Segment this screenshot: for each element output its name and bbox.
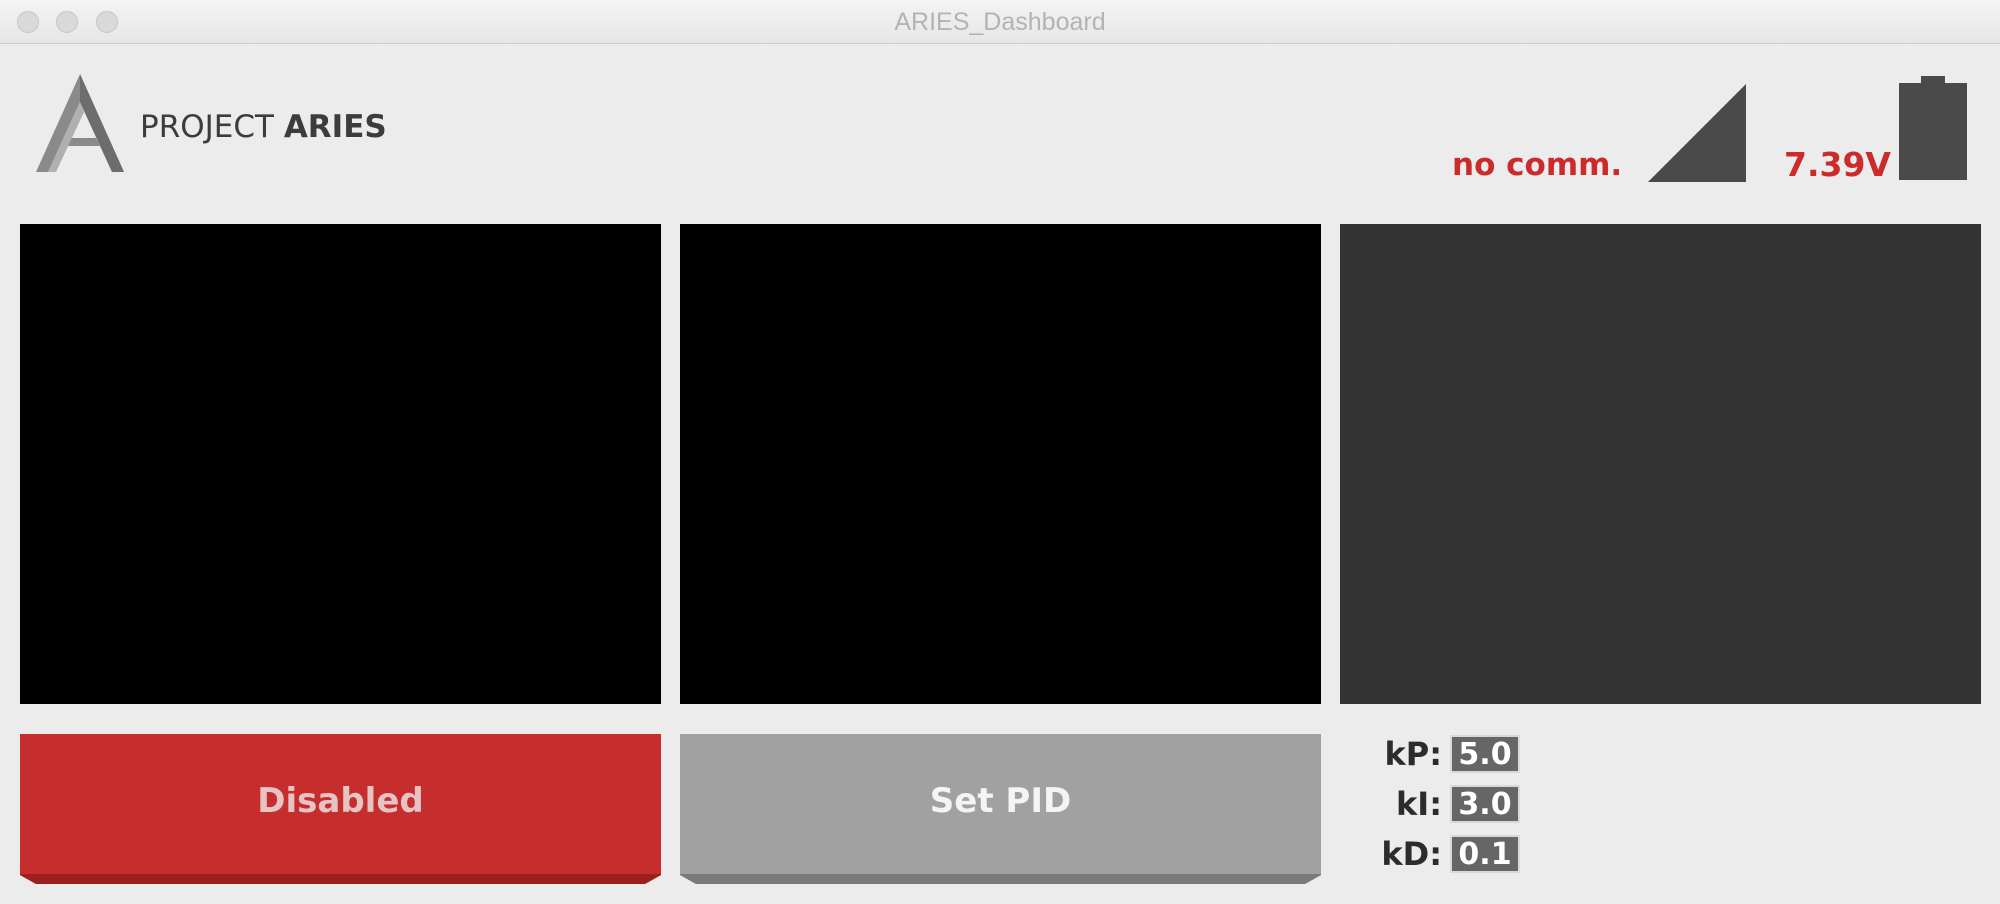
aries-logo-icon <box>34 72 126 176</box>
battery-icon <box>1899 76 1967 184</box>
kp-input[interactable] <box>1450 735 1520 773</box>
ki-row: kI: <box>1370 784 1670 824</box>
logo-wordmark: PROJECT ARIES <box>140 109 387 145</box>
kp-row: kP: <box>1370 734 1670 774</box>
logo-name: ARIES <box>283 109 387 145</box>
comm-status-text: no comm. <box>1452 147 1623 183</box>
camera-feed-panel-1 <box>20 224 661 704</box>
set-pid-button[interactable]: Set PID <box>680 734 1321 884</box>
display-panel-3 <box>1340 224 1981 704</box>
kd-label: kD: <box>1381 835 1442 873</box>
set-pid-label: Set PID <box>929 781 1072 821</box>
ki-input[interactable] <box>1450 785 1520 823</box>
enable-toggle-label: Disabled <box>257 781 424 821</box>
kd-input[interactable] <box>1450 835 1520 873</box>
window-titlebar: ARIES_Dashboard <box>0 0 2000 44</box>
kp-label: kP: <box>1384 735 1442 773</box>
signal-strength-icon <box>1648 84 1746 186</box>
kd-row: kD: <box>1370 834 1670 874</box>
camera-feed-panel-2 <box>680 224 1321 704</box>
enable-toggle-button[interactable]: Disabled <box>20 734 661 884</box>
ki-label: kI: <box>1396 785 1442 823</box>
window-title: ARIES_Dashboard <box>894 8 1106 36</box>
battery-voltage-text: 7.39V <box>1784 145 1891 184</box>
logo-prefix: PROJECT <box>140 109 274 145</box>
